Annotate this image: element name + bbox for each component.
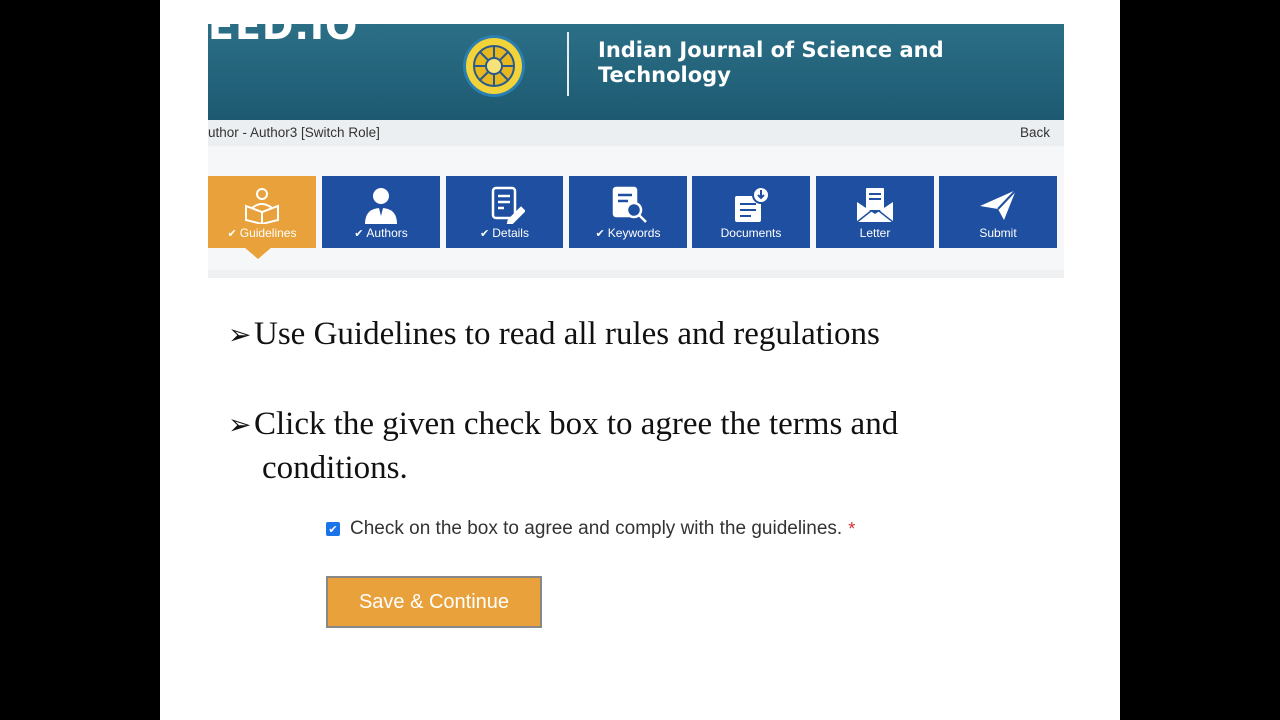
bullet-checkbox-continuation: conditions. (262, 450, 408, 486)
role-switch-link[interactable]: uthor - Author3 [Switch Role] (208, 125, 380, 140)
step-label: ✔ Guidelines (227, 226, 297, 240)
reading-person-icon (245, 188, 279, 224)
bullet-checkbox: ➢Click the given check box to agree the … (228, 402, 898, 447)
brand-watermark: EED.IO (208, 24, 359, 48)
agreement-row: ✔ Check on the box to agree and comply w… (326, 516, 855, 542)
user-icon (365, 188, 397, 224)
bullet-arrow-icon: ➢ (228, 408, 252, 441)
check-icon: ✔ (480, 228, 490, 240)
bullet-guidelines: ➢Use Guidelines to read all rules and re… (228, 312, 880, 357)
step-authors[interactable]: ✔ Authors (322, 176, 440, 248)
journal-title: Indian Journal of Science and Technology (598, 38, 944, 87)
step-letter[interactable]: Letter (816, 176, 934, 248)
step-details[interactable]: ✔ Details (446, 176, 563, 248)
check-icon: ✔ (227, 228, 237, 240)
step-label: Documents (720, 226, 782, 240)
document-edit-icon (491, 186, 525, 224)
search-document-icon (612, 186, 647, 223)
agreement-label: Check on the box to agree and comply wit… (350, 518, 843, 539)
back-link[interactable]: Back (1020, 125, 1050, 140)
required-marker: * (848, 518, 856, 539)
step-label: ✔ Authors (354, 226, 408, 240)
documents-download-icon (735, 186, 770, 222)
paper-plane-icon (980, 189, 1017, 220)
step-label: Letter (859, 226, 891, 240)
journal-logo-icon (463, 35, 525, 97)
save-continue-button[interactable]: Save & Continue (326, 576, 542, 628)
steps-divider (208, 270, 1064, 278)
active-step-pointer (244, 247, 272, 259)
step-keywords[interactable]: ✔ Keywords (569, 176, 687, 248)
check-icon: ✔ (595, 228, 605, 240)
journal-header: EED.IO Indian Journal of Science and Tec… (208, 24, 1064, 120)
submission-steps: ✔ Guidelines ✔ Authors ✔ Details ✔ Keywo… (208, 146, 1064, 278)
check-icon: ✔ (354, 228, 364, 240)
bullet-arrow-icon: ➢ (228, 318, 252, 351)
step-label: ✔ Details (480, 226, 529, 240)
step-label: Submit (979, 226, 1017, 240)
step-submit[interactable]: Submit (939, 176, 1057, 248)
header-divider (567, 32, 569, 96)
step-documents[interactable]: Documents (692, 176, 810, 248)
step-label: ✔ Keywords (595, 226, 661, 240)
slide: EED.IO Indian Journal of Science and Tec… (160, 0, 1120, 720)
envelope-letter-icon (856, 188, 894, 223)
agreement-checkbox[interactable]: ✔ (326, 522, 340, 536)
role-bar: uthor - Author3 [Switch Role] Back (208, 120, 1064, 146)
step-guidelines[interactable]: ✔ Guidelines (208, 176, 316, 248)
